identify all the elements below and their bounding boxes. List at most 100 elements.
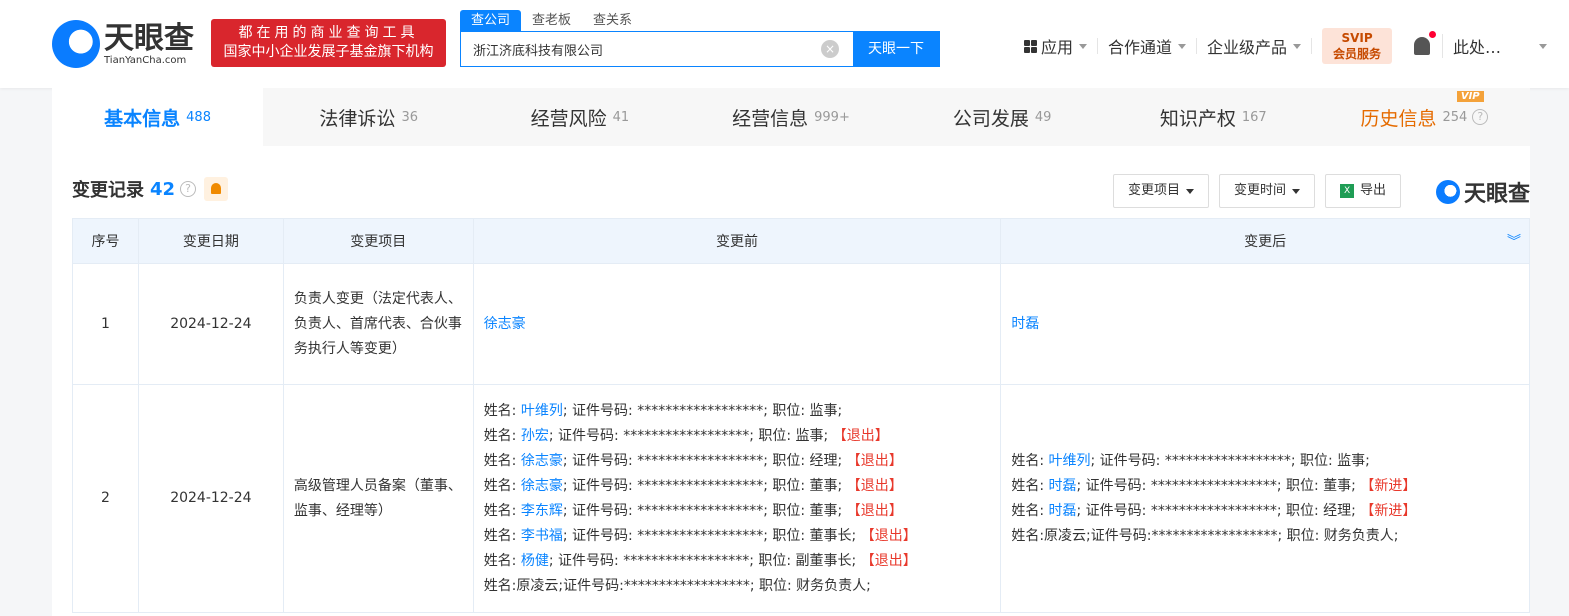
person-link[interactable]: 徐志豪 bbox=[521, 478, 563, 494]
person-link[interactable]: 时磊 bbox=[1011, 316, 1039, 332]
person-link[interactable]: 李东辉 bbox=[521, 503, 563, 519]
search-tab-relation[interactable]: 查关系 bbox=[582, 10, 643, 32]
cell-date: 2024-12-24 bbox=[137, 263, 284, 385]
nav-enterprise[interactable]: 企业级产品 bbox=[1197, 38, 1313, 57]
line-text: 姓名: bbox=[483, 402, 521, 419]
person-link[interactable]: 徐志豪 bbox=[521, 453, 563, 469]
section-title-text: 变更记录 bbox=[72, 180, 144, 201]
person-line: 姓名: 李东辉; 证件号码: ******************; 职位: 董… bbox=[484, 499, 991, 524]
search-tab-company[interactable]: 查公司 bbox=[460, 10, 522, 32]
tab-legal[interactable]: 法律诉讼 36 bbox=[263, 88, 474, 146]
tab-count: 167 bbox=[1241, 109, 1267, 125]
line-text: 姓名: bbox=[1011, 452, 1049, 469]
search-tab-boss[interactable]: 查老板 bbox=[521, 10, 582, 32]
tab-ip[interactable]: 知识产权 167 bbox=[1108, 88, 1319, 146]
status-tag: 【新进】 bbox=[1360, 477, 1417, 494]
line-text: ; 证件号码: ******************; 职位: 监事; bbox=[562, 402, 843, 419]
status-tag: 【退出】 bbox=[846, 502, 903, 519]
filter-item-dropdown[interactable]: 变更项目 bbox=[1113, 174, 1210, 208]
person-line: 姓名: 时磊; 证件号码: ******************; 职位: 经理… bbox=[1011, 499, 1519, 524]
line-text: ; 证件号码: ******************; 职位: 经理; bbox=[562, 452, 847, 469]
line-text: 姓名: bbox=[1011, 502, 1049, 519]
filter-time-dropdown[interactable]: 变更时间 bbox=[1219, 174, 1316, 208]
caret-down-icon bbox=[1079, 43, 1088, 49]
table-row: 2 2024-12-24 高级管理人员备案（董事、监事、经理等） 姓名: 叶维列… bbox=[72, 384, 1530, 613]
cell-after: 姓名: 叶维列; 证件号码: ******************; 职位: 监… bbox=[1000, 384, 1530, 613]
slogan-line1: 都在用的商业查询工具 bbox=[238, 25, 419, 41]
person-link[interactable]: 李书福 bbox=[521, 528, 563, 544]
export-label: 导出 bbox=[1360, 183, 1387, 198]
tab-count: 488 bbox=[186, 109, 211, 125]
tab-label: 知识产权 bbox=[1159, 107, 1236, 130]
expand-icon[interactable]: ︾ bbox=[1507, 231, 1521, 251]
help-icon[interactable]: ? bbox=[180, 181, 197, 197]
search-input[interactable] bbox=[461, 32, 821, 66]
line-text: 姓名:原凌云;证件号码:******************; 职位: 财务负责… bbox=[483, 577, 871, 594]
person-line: 时磊 bbox=[1011, 312, 1519, 337]
svip-subtitle: 会员服务 bbox=[1333, 47, 1382, 61]
cell-after: 时磊 bbox=[1000, 263, 1530, 385]
col-header-after-label: 变更后 bbox=[1244, 234, 1287, 250]
cell-before: 姓名: 叶维列; 证件号码: ******************; 职位: 监… bbox=[472, 384, 1002, 613]
search-box: × 天眼一下 bbox=[460, 31, 940, 67]
person-line: 姓名: 杨健; 证件号码: ******************; 职位: 副董… bbox=[484, 549, 991, 574]
cell-item: 负责人变更（法定代表人、负责人、首席代表、合伙事务执行人等变更） bbox=[282, 263, 474, 385]
logo-domain: TianYanCha.com bbox=[104, 54, 187, 66]
tab-count: 49 bbox=[1034, 109, 1052, 125]
status-tag: 【退出】 bbox=[846, 477, 903, 494]
person-link[interactable]: 杨健 bbox=[521, 553, 549, 569]
person-link[interactable]: 叶维列 bbox=[1049, 453, 1091, 469]
line-text: 姓名: bbox=[483, 527, 521, 544]
person-link[interactable]: 叶维列 bbox=[521, 403, 563, 419]
tab-business[interactable]: 经营信息 999+ bbox=[685, 88, 896, 146]
clear-icon[interactable]: × bbox=[821, 40, 839, 58]
brand-watermark: 天眼查 bbox=[1435, 176, 1530, 208]
col-header-before: 变更前 bbox=[472, 218, 1002, 264]
person-line: 姓名: 徐志豪; 证件号码: ******************; 职位: 董… bbox=[484, 474, 991, 499]
status-tag: 【新进】 bbox=[1360, 502, 1417, 519]
tab-label: 经营信息 bbox=[732, 107, 809, 130]
tab-risk[interactable]: 经营风险 41 bbox=[474, 88, 685, 146]
person-link[interactable]: 时磊 bbox=[1049, 478, 1077, 494]
col-header-item: 变更项目 bbox=[282, 218, 474, 264]
tab-count: 999+ bbox=[814, 109, 850, 125]
nav-apps-label: 应用 bbox=[1041, 38, 1074, 57]
slogan-banner[interactable]: 都在用的商业查询工具 国家中小企业发展子基金旗下机构 bbox=[211, 19, 446, 67]
person-line: 姓名: 孙宏; 证件号码: ******************; 职位: 监事… bbox=[484, 424, 991, 449]
tab-development[interactable]: 公司发展 49 bbox=[897, 88, 1108, 146]
col-header-date: 变更日期 bbox=[137, 218, 284, 264]
logo-icon bbox=[52, 20, 100, 68]
tab-basic-info[interactable]: 基本信息 488 bbox=[52, 88, 264, 146]
person-link[interactable]: 孙宏 bbox=[521, 428, 549, 444]
col-header-no: 序号 bbox=[72, 218, 139, 264]
person-link[interactable]: 徐志豪 bbox=[484, 316, 526, 332]
tab-label: 历史信息 bbox=[1360, 107, 1437, 130]
monitor-bell-icon[interactable] bbox=[204, 177, 229, 201]
line-text: 姓名: bbox=[483, 427, 521, 444]
status-tag: 【退出】 bbox=[860, 552, 917, 569]
logo-text: 天眼查 bbox=[104, 20, 194, 56]
tab-history[interactable]: VIP 历史信息 254? bbox=[1319, 88, 1530, 146]
nav-partner[interactable]: 合作通道 bbox=[1098, 38, 1198, 57]
tab-count: 36 bbox=[401, 109, 418, 125]
search-button[interactable]: 天眼一下 bbox=[853, 32, 939, 66]
caret-down-icon[interactable] bbox=[1539, 43, 1548, 49]
notification-bell-icon[interactable] bbox=[1414, 31, 1437, 55]
export-button[interactable]: X 导出 bbox=[1325, 174, 1402, 208]
person-line: 姓名: 徐志豪; 证件号码: ******************; 职位: 经… bbox=[484, 449, 991, 474]
logo[interactable]: 天眼查 TianYanCha.com bbox=[52, 20, 194, 68]
tab-label: 经营风险 bbox=[530, 107, 607, 130]
status-tag: 【退出】 bbox=[846, 452, 903, 469]
person-link[interactable]: 时磊 bbox=[1049, 503, 1077, 519]
section-title: 变更记录 42 ? bbox=[72, 176, 229, 202]
tab-label: 公司发展 bbox=[952, 107, 1029, 130]
line-text: ; 证件号码: ******************; 职位: 经理; bbox=[1076, 502, 1361, 519]
help-icon[interactable]: ? bbox=[1472, 109, 1489, 125]
person-line: 姓名:原凌云;证件号码:******************; 职位: 财务负责… bbox=[1011, 524, 1519, 549]
user-menu[interactable]: 此处… bbox=[1442, 34, 1501, 58]
caret-down-icon bbox=[1178, 43, 1187, 49]
table-row: 1 2024-12-24 负责人变更（法定代表人、负责人、首席代表、合伙事务执行… bbox=[72, 263, 1530, 385]
svip-button[interactable]: SVIP 会员服务 bbox=[1322, 28, 1393, 64]
nav-apps[interactable]: 应用 bbox=[1014, 38, 1099, 57]
line-text: 姓名: bbox=[483, 502, 521, 519]
